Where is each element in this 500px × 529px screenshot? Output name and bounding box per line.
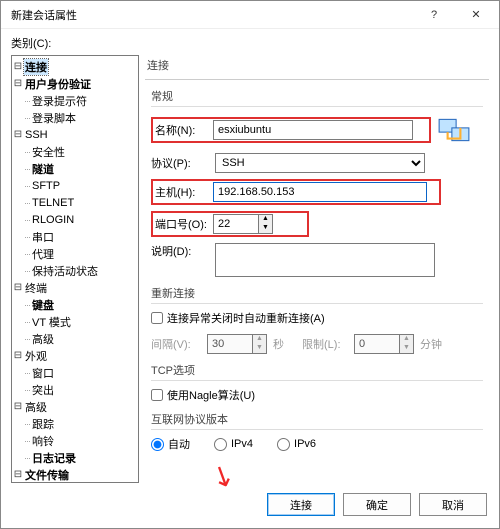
reconnect-checkbox-label: 连接异常关闭时自动重新连接(A) <box>167 310 325 326</box>
group-ipver-title: 互联网协议版本 <box>151 411 483 430</box>
cancel-button[interactable]: 取消 <box>419 493 487 516</box>
connection-icon <box>437 113 471 147</box>
connection-pane: 常规 名称(N): 协议(P): SSH <box>145 79 489 483</box>
interval-spinner: ▲▼ <box>207 334 267 354</box>
spin-up-icon[interactable]: ▲ <box>259 215 272 224</box>
tree-advanced-terminal[interactable]: ···高级 <box>12 330 138 347</box>
tree-telnet[interactable]: ···TELNET <box>12 194 138 211</box>
interval-label: 间隔(V): <box>151 336 201 352</box>
connect-button[interactable]: 连接 <box>267 493 335 516</box>
port-input[interactable] <box>213 214 259 234</box>
reconnect-checkbox[interactable] <box>151 312 163 324</box>
radio-ipv6[interactable]: IPv6 <box>277 438 316 451</box>
name-label: 名称(N): <box>155 122 207 138</box>
tree-ssh[interactable]: ⊟SSH <box>12 126 138 143</box>
window-title: 新建会话属性 <box>11 7 413 23</box>
tree-login-script[interactable]: ···登录脚本 <box>12 109 138 126</box>
category-label-row: 类别(C): <box>1 29 499 55</box>
tree-proxy[interactable]: ···代理 <box>12 245 138 262</box>
tree-filetransfer[interactable]: ⊟文件传输 <box>12 466 138 483</box>
tree-auth[interactable]: ⊟用户身份验证 <box>12 75 138 92</box>
close-button[interactable]: ✕ <box>455 1 497 29</box>
highlight-name: 名称(N): <box>151 117 431 143</box>
tree-advanced[interactable]: ⊟高级 <box>12 398 138 415</box>
interval-input <box>207 334 253 354</box>
interval-unit: 秒 <box>273 336 284 352</box>
tree-keyboard[interactable]: ···键盘 <box>12 296 138 313</box>
tree-logging[interactable]: ···日志记录 <box>12 449 138 466</box>
tree-sftp[interactable]: ···SFTP <box>12 177 138 194</box>
limit-spinner: ▲▼ <box>354 334 414 354</box>
nagle-checkbox[interactable] <box>151 389 163 401</box>
spin-down-icon: ▼ <box>400 344 413 353</box>
spin-down-icon: ▼ <box>253 344 266 353</box>
radio-ipv4[interactable]: IPv4 <box>214 438 253 451</box>
category-label: 类别(C): <box>11 38 51 50</box>
titlebar: 新建会话属性 ? ✕ <box>1 1 499 29</box>
group-ipver: 互联网协议版本 自动 IPv4 IPv6 <box>151 411 483 452</box>
tree-vtmode[interactable]: ···VT 模式 <box>12 313 138 330</box>
tree-trace[interactable]: ···跟踪 <box>12 415 138 432</box>
spin-up-icon: ▲ <box>400 335 413 344</box>
group-reconnect: 重新连接 连接异常关闭时自动重新连接(A) 间隔(V): ▲▼ 秒 限制(L): <box>151 285 483 354</box>
tree-window[interactable]: ···窗口 <box>12 364 138 381</box>
group-reconnect-title: 重新连接 <box>151 285 483 304</box>
port-spinner[interactable]: ▲▼ <box>213 214 273 234</box>
group-general: 常规 名称(N): 协议(P): SSH <box>151 88 483 277</box>
dialog-window: 新建会话属性 ? ✕ 类别(C): ⊟连接 ⊟用户身份验证 ···登录提示符 ·… <box>0 0 500 529</box>
spin-down-icon[interactable]: ▼ <box>259 224 272 233</box>
reconnect-checkbox-row: 连接异常关闭时自动重新连接(A) <box>151 310 483 326</box>
spin-up-icon: ▲ <box>253 335 266 344</box>
group-tcp-title: TCP选项 <box>151 362 483 381</box>
desc-textarea[interactable] <box>215 243 435 277</box>
help-button[interactable]: ? <box>413 1 455 29</box>
desc-label: 说明(D): <box>151 243 209 259</box>
tree-serial[interactable]: ···串口 <box>12 228 138 245</box>
dialog-buttons: ↘ 连接 确定 取消 <box>1 483 499 528</box>
host-input[interactable] <box>213 182 427 202</box>
name-input[interactable] <box>213 120 413 140</box>
tree-rlogin[interactable]: ···RLOGIN <box>12 211 138 228</box>
protocol-label: 协议(P): <box>151 155 209 171</box>
ok-button[interactable]: 确定 <box>343 493 411 516</box>
highlight-host: 主机(H): <box>151 179 441 205</box>
pane-title: 连接 <box>145 55 489 79</box>
nagle-label: 使用Nagle算法(U) <box>167 387 255 403</box>
tree-login-prompt[interactable]: ···登录提示符 <box>12 92 138 109</box>
protocol-select[interactable]: SSH <box>215 153 425 173</box>
tree-connection[interactable]: ⊟连接 <box>12 58 138 75</box>
tree-tunnel[interactable]: ···隧道 <box>12 160 138 177</box>
tree-appearance[interactable]: ⊟外观 <box>12 347 138 364</box>
limit-unit: 分钟 <box>420 336 442 352</box>
tree-highlight[interactable]: ···突出 <box>12 381 138 398</box>
limit-input <box>354 334 400 354</box>
highlight-port: 端口号(O): ▲▼ <box>151 211 309 237</box>
host-label: 主机(H): <box>155 184 207 200</box>
group-tcp: TCP选项 使用Nagle算法(U) <box>151 362 483 403</box>
tree-security[interactable]: ···安全性 <box>12 143 138 160</box>
radio-auto[interactable]: 自动 <box>151 436 190 452</box>
port-label: 端口号(O): <box>155 216 207 232</box>
category-tree[interactable]: ⊟连接 ⊟用户身份验证 ···登录提示符 ···登录脚本 ⊟SSH ···安全性… <box>11 55 139 483</box>
group-general-title: 常规 <box>151 88 483 107</box>
tree-terminal[interactable]: ⊟终端 <box>12 279 138 296</box>
tree-bell[interactable]: ···响铃 <box>12 432 138 449</box>
limit-label: 限制(L): <box>302 336 348 352</box>
tree-keepalive[interactable]: ···保持活动状态 <box>12 262 138 279</box>
